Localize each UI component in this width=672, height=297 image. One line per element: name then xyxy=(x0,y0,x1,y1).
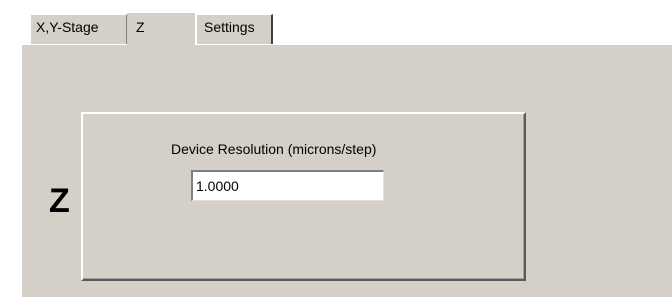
resolution-group-box: Device Resolution (microns/step) xyxy=(81,112,526,281)
tab-xy-stage[interactable]: X,Y-Stage xyxy=(30,14,127,44)
resolution-input[interactable] xyxy=(191,170,384,201)
tab-z[interactable]: Z xyxy=(127,12,195,46)
settings-window: X,Y-Stage Z Settings Z Device Resolution… xyxy=(0,0,672,297)
axis-label: Z xyxy=(49,182,70,220)
resolution-label: Device Resolution (microns/step) xyxy=(171,141,377,157)
tab-settings[interactable]: Settings xyxy=(195,14,273,44)
